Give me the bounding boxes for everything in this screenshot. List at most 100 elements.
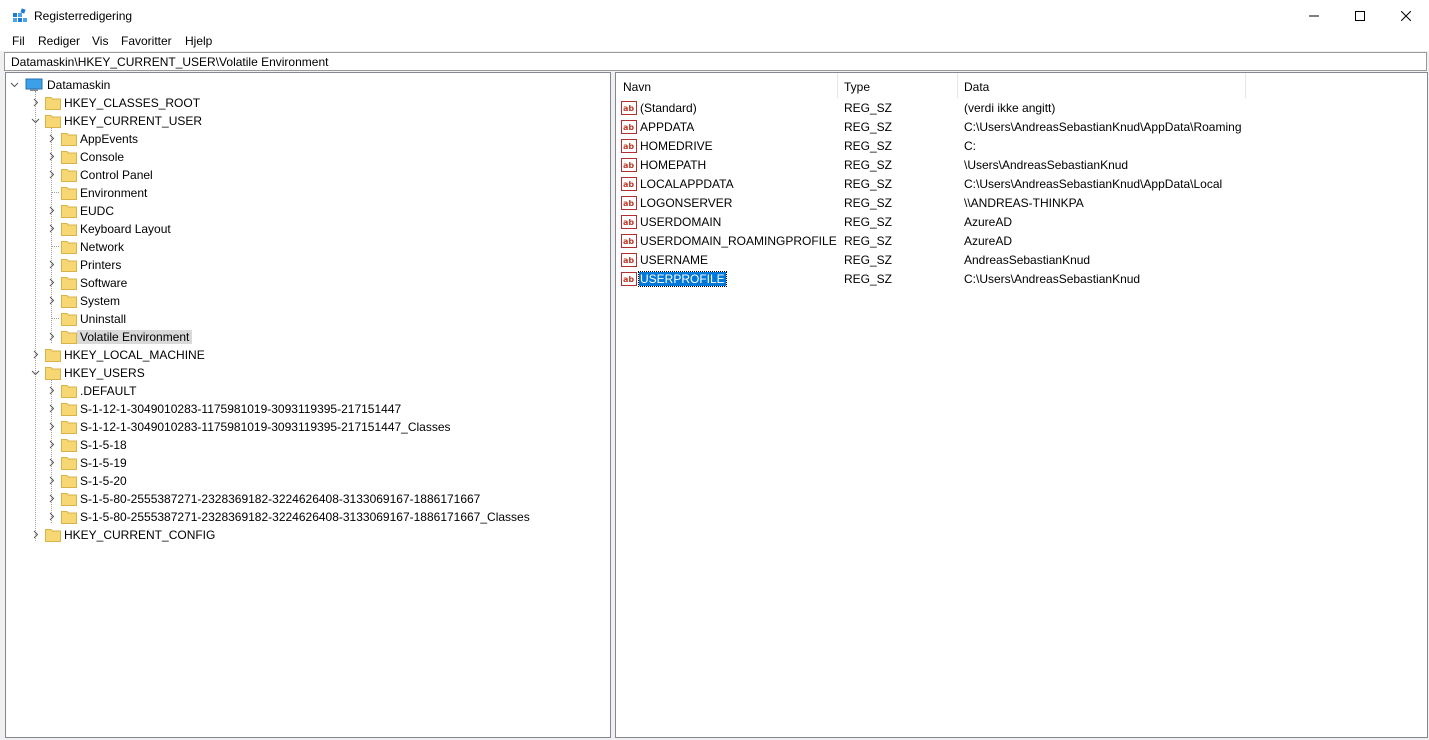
folder-icon (61, 187, 77, 200)
expand-chevron-icon[interactable] (47, 332, 56, 341)
menu-help[interactable]: Hjelp (185, 34, 212, 48)
svg-text:ab: ab (623, 104, 634, 113)
expand-chevron-icon[interactable] (47, 260, 56, 269)
tree-node[interactable]: .DEFAULT (77, 384, 139, 398)
tree-node[interactable]: AppEvents (77, 132, 141, 146)
folder-icon (45, 529, 61, 542)
folder-icon (61, 259, 77, 272)
expand-chevron-icon[interactable] (47, 206, 56, 215)
expand-chevron-icon[interactable] (47, 404, 56, 413)
title-bar: Registerredigering (0, 0, 1429, 31)
expand-chevron-icon[interactable] (31, 350, 40, 359)
minimize-button[interactable] (1291, 0, 1337, 31)
list-row[interactable]: ab HOMEPATH REG_SZ \Users\AndreasSebastianK… (616, 156, 1427, 175)
list-cell-type: REG_SZ (844, 177, 893, 191)
tree-node[interactable]: HKEY_USERS (61, 366, 148, 380)
tree-node[interactable]: Control Panel (77, 168, 156, 182)
tree-node[interactable]: S-1-5-18 (77, 438, 130, 452)
menu-favorites[interactable]: Favoritter (121, 34, 172, 48)
list-cell-data: C: (964, 139, 976, 153)
tree-node[interactable]: Network (77, 240, 127, 254)
list-cell-type: REG_SZ (844, 253, 893, 267)
expand-chevron-icon[interactable] (31, 98, 40, 107)
svg-text:ab: ab (623, 256, 634, 265)
list-row[interactable]: ab HOMEDRIVE REG_SZ C: (616, 137, 1427, 156)
string-value-icon: ab (621, 196, 637, 210)
column-header-name[interactable]: Navn (616, 73, 838, 98)
tree-node[interactable]: System (77, 294, 123, 308)
list-row[interactable]: ab (Standard) REG_SZ (verdi ikke angitt) (616, 99, 1427, 118)
tree-node[interactable]: HKEY_CLASSES_ROOT (61, 96, 203, 110)
tree-node[interactable]: HKEY_CURRENT_USER (61, 114, 205, 128)
list-row[interactable]: ab APPDATA REG_SZ C:\Users\AndreasSebastian… (616, 118, 1427, 137)
expand-chevron-icon[interactable] (47, 476, 56, 485)
folder-icon (61, 475, 77, 488)
list-row-selected[interactable]: ab USERPROFILE REG_SZ C:\Users\AndreasSebas… (616, 270, 1427, 289)
svg-text:ab: ab (623, 237, 634, 246)
expand-chevron-icon[interactable] (47, 494, 56, 503)
tree-node[interactable]: Environment (77, 186, 150, 200)
column-header-type[interactable]: Type (837, 73, 958, 98)
folder-icon (61, 439, 77, 452)
tree-connector (51, 318, 59, 319)
tree-node[interactable]: S-1-12-1-3049010283-1175981019-309311939… (77, 420, 454, 434)
tree-node[interactable]: Keyboard Layout (77, 222, 174, 236)
tree-node-computer[interactable]: Datamaskin (44, 78, 113, 92)
tree-node[interactable]: S-1-5-80-2555387271-2328369182-322462640… (77, 510, 533, 524)
close-button[interactable] (1383, 0, 1429, 31)
list-header: Navn Type Data (616, 73, 1427, 98)
expand-chevron-icon[interactable] (31, 530, 40, 539)
list-row[interactable]: ab LOCALAPPDATA REG_SZ C:\Users\AndreasSeba… (616, 175, 1427, 194)
collapse-chevron-icon[interactable] (10, 80, 19, 89)
expand-chevron-icon[interactable] (47, 278, 56, 287)
tree-node[interactable]: Uninstall (77, 312, 129, 326)
expand-chevron-icon[interactable] (47, 152, 56, 161)
collapse-chevron-icon[interactable] (31, 368, 40, 377)
expand-chevron-icon[interactable] (47, 458, 56, 467)
tree-connector (51, 192, 59, 193)
menu-file[interactable]: Fil (12, 34, 25, 48)
collapse-chevron-icon[interactable] (31, 116, 40, 125)
tree-connector (35, 91, 36, 541)
svg-text:ab: ab (623, 142, 634, 151)
expand-chevron-icon[interactable] (47, 512, 56, 521)
tree-node-selected[interactable]: Volatile Environment (77, 330, 193, 344)
expand-chevron-icon[interactable] (47, 440, 56, 449)
tree-node[interactable]: Console (77, 150, 127, 164)
menu-view[interactable]: Vis (92, 34, 108, 48)
maximize-button[interactable] (1337, 0, 1383, 31)
list-cell-type: REG_SZ (844, 234, 893, 248)
tree-node[interactable]: S-1-5-80-2555387271-2328369182-322462640… (77, 492, 483, 506)
folder-icon (61, 331, 77, 344)
list-cell-name: USERDOMAIN (640, 215, 722, 229)
tree-node[interactable]: S-1-5-20 (77, 474, 130, 488)
list-cell-type: REG_SZ (844, 196, 893, 210)
expand-chevron-icon[interactable] (47, 386, 56, 395)
expand-chevron-icon[interactable] (47, 170, 56, 179)
list-cell-type: REG_SZ (844, 272, 893, 286)
values-list[interactable]: Navn Type Data ab (Standard) REG_SZ (verdi … (615, 72, 1428, 738)
tree-node[interactable]: HKEY_CURRENT_CONFIG (61, 528, 218, 542)
tree-node[interactable]: S-1-5-19 (77, 456, 130, 470)
menu-edit[interactable]: Rediger (38, 34, 80, 48)
folder-icon (61, 313, 77, 326)
tree-node[interactable]: S-1-12-1-3049010283-1175981019-309311939… (77, 402, 404, 416)
expand-chevron-icon[interactable] (47, 296, 56, 305)
tree-node[interactable]: Printers (77, 258, 124, 272)
list-row[interactable]: ab USERDOMAIN_ROAMINGPROFILE REG_SZ AzureAD (616, 232, 1427, 251)
list-row[interactable]: ab USERNAME REG_SZ AndreasSebastianKnud (616, 251, 1427, 270)
list-row[interactable]: ab USERDOMAIN REG_SZ AzureAD (616, 213, 1427, 232)
address-bar[interactable]: Datamaskin\HKEY_CURRENT_USER\Volatile En… (4, 52, 1427, 71)
list-row[interactable]: ab LOGONSERVER REG_SZ \\ANDREAS-THINKPA (616, 194, 1427, 213)
registry-tree[interactable]: Datamaskin HKEY_CLASSES_ROOT HKEY_CURRENT_… (5, 72, 611, 738)
expand-chevron-icon[interactable] (47, 422, 56, 431)
tree-node[interactable]: Software (77, 276, 130, 290)
expand-chevron-icon[interactable] (47, 134, 56, 143)
string-value-icon: ab (621, 101, 637, 115)
expand-chevron-icon[interactable] (47, 224, 56, 233)
column-header-data[interactable]: Data (957, 73, 1246, 98)
folder-icon (61, 205, 77, 218)
string-value-icon: ab (621, 234, 637, 248)
tree-node[interactable]: HKEY_LOCAL_MACHINE (61, 348, 208, 362)
tree-node[interactable]: EUDC (77, 204, 117, 218)
